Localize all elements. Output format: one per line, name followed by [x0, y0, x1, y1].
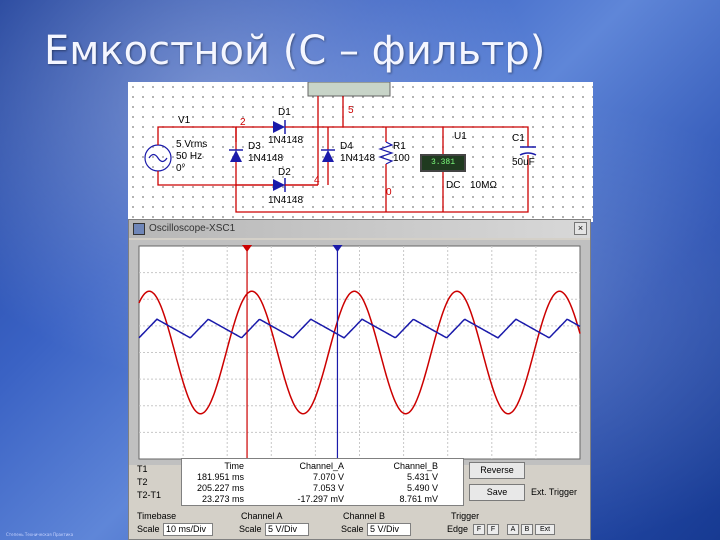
diode-d2-model: 1N4148 — [268, 195, 304, 206]
meter-mode: DC — [446, 180, 461, 191]
source-vrms: 5 Vrms — [176, 139, 208, 150]
trigger-label: Trigger — [451, 511, 480, 521]
circuit-schematic: V1 5 Vrms 50 Hz 0° 2 5 4 0 D1 1N4148 D3 … — [128, 82, 593, 222]
diode-d2-icon — [273, 179, 285, 191]
cell-a-t1: 7.070 V — [312, 472, 344, 482]
channel-a-label: Channel A — [241, 511, 283, 521]
row-label-t1: T1 — [137, 464, 148, 474]
channel-b-label: Channel B — [343, 511, 386, 521]
cursor-readout-table: Time 181.951 ms 205.227 ms 23.273 ms Cha… — [181, 458, 464, 506]
diode-d3-ref: D3 — [248, 141, 261, 152]
trigger-source-ext-button[interactable]: Ext — [535, 524, 555, 535]
channel-a-scale-field[interactable]: 5 V/Div — [265, 523, 309, 536]
cell-time-t1: 181.951 ms — [196, 472, 244, 482]
oscilloscope-app-icon — [133, 223, 145, 235]
cell-time-delta: 23.273 ms — [201, 494, 244, 504]
diode-d4-icon — [322, 150, 334, 162]
source-freq: 50 Hz — [176, 151, 203, 162]
oscilloscope-window: Oscilloscope-XSC1 × T1 T2 T2-T1 Time 181… — [128, 219, 591, 540]
scope-plot — [129, 240, 590, 465]
slide-footer: Степень Техническая Практика — [6, 532, 74, 537]
oscilloscope-screen — [129, 240, 590, 465]
net-label-5: 5 — [348, 105, 354, 116]
channel-b-column: Channel_B 5.431 V 5.490 V 8.761 mV — [362, 461, 438, 505]
cell-b-t2: 5.490 V — [406, 483, 438, 493]
trigger-edge-label: Edge — [447, 524, 469, 534]
diode-d4-ref: D4 — [340, 141, 353, 152]
net-label-4: 4 — [314, 175, 320, 186]
cell-b-t1: 5.431 V — [406, 472, 438, 482]
timebase-scale-label: Scale — [137, 524, 160, 534]
net-label-2: 2 — [240, 117, 246, 128]
meter-impedance: 10MΩ — [470, 180, 497, 191]
resistor-value: 100 — [393, 153, 410, 164]
reverse-button[interactable]: Reverse — [469, 462, 525, 479]
diode-d1-icon — [273, 121, 285, 133]
capacitor-value: 50uF — [512, 157, 535, 168]
resistor-icon — [378, 141, 394, 165]
diode-d3-model: 1N4148 — [248, 153, 284, 164]
header-channel-a: Channel_A — [299, 461, 344, 471]
cell-a-t2: 7.053 V — [312, 483, 344, 493]
cell-a-delta: -17.297 mV — [297, 494, 344, 504]
voltmeter-display: 3.381 — [420, 154, 466, 172]
trigger-edge-falling-button[interactable]: F — [487, 524, 499, 535]
probe-block — [307, 82, 391, 97]
slide-title: Емкостной (С – фильтр) — [44, 28, 546, 74]
cell-b-delta: 8.761 mV — [399, 494, 438, 504]
diode-d2-ref: D2 — [278, 167, 291, 178]
resistor-ref: R1 — [393, 141, 406, 152]
diode-d1-model: 1N4148 — [268, 135, 304, 146]
header-time: Time — [224, 461, 244, 471]
channel-a-column: Channel_A 7.070 V 7.053 V -17.297 mV — [262, 461, 344, 505]
trigger-edge-rising-button[interactable]: F — [473, 524, 485, 535]
row-label-t2-t1: T2-T1 — [137, 490, 162, 500]
cell-time-t2: 205.227 ms — [196, 483, 244, 493]
channel-a-scale-label: Scale — [239, 524, 262, 534]
net-label-0: 0 — [386, 187, 392, 198]
timebase-label: Timebase — [137, 511, 177, 521]
ext-trigger-label: Ext. Trigger — [531, 487, 578, 497]
diode-d3-icon — [230, 150, 242, 162]
header-channel-b: Channel_B — [393, 461, 438, 471]
source-ref: V1 — [178, 115, 191, 126]
meter-ref: U1 — [454, 131, 467, 142]
trigger-source-a-button[interactable]: A — [507, 524, 519, 535]
capacitor-ref: C1 — [512, 133, 525, 144]
diode-d1-ref: D1 — [278, 107, 291, 118]
close-button[interactable]: × — [574, 222, 587, 235]
channel-b-scale-label: Scale — [341, 524, 364, 534]
save-button[interactable]: Save — [469, 484, 525, 501]
oscilloscope-titlebar[interactable]: Oscilloscope-XSC1 × — [129, 220, 590, 238]
source-phase: 0° — [176, 163, 186, 174]
channel-b-scale-field[interactable]: 5 V/Div — [367, 523, 411, 536]
timebase-scale-field[interactable]: 10 ms/Div — [163, 523, 213, 536]
trigger-source-b-button[interactable]: B — [521, 524, 533, 535]
diode-d4-model: 1N4148 — [340, 153, 376, 164]
row-label-t2: T2 — [137, 477, 148, 487]
oscilloscope-title: Oscilloscope-XSC1 — [149, 223, 236, 234]
time-column: Time 181.951 ms 205.227 ms 23.273 ms — [186, 461, 244, 505]
